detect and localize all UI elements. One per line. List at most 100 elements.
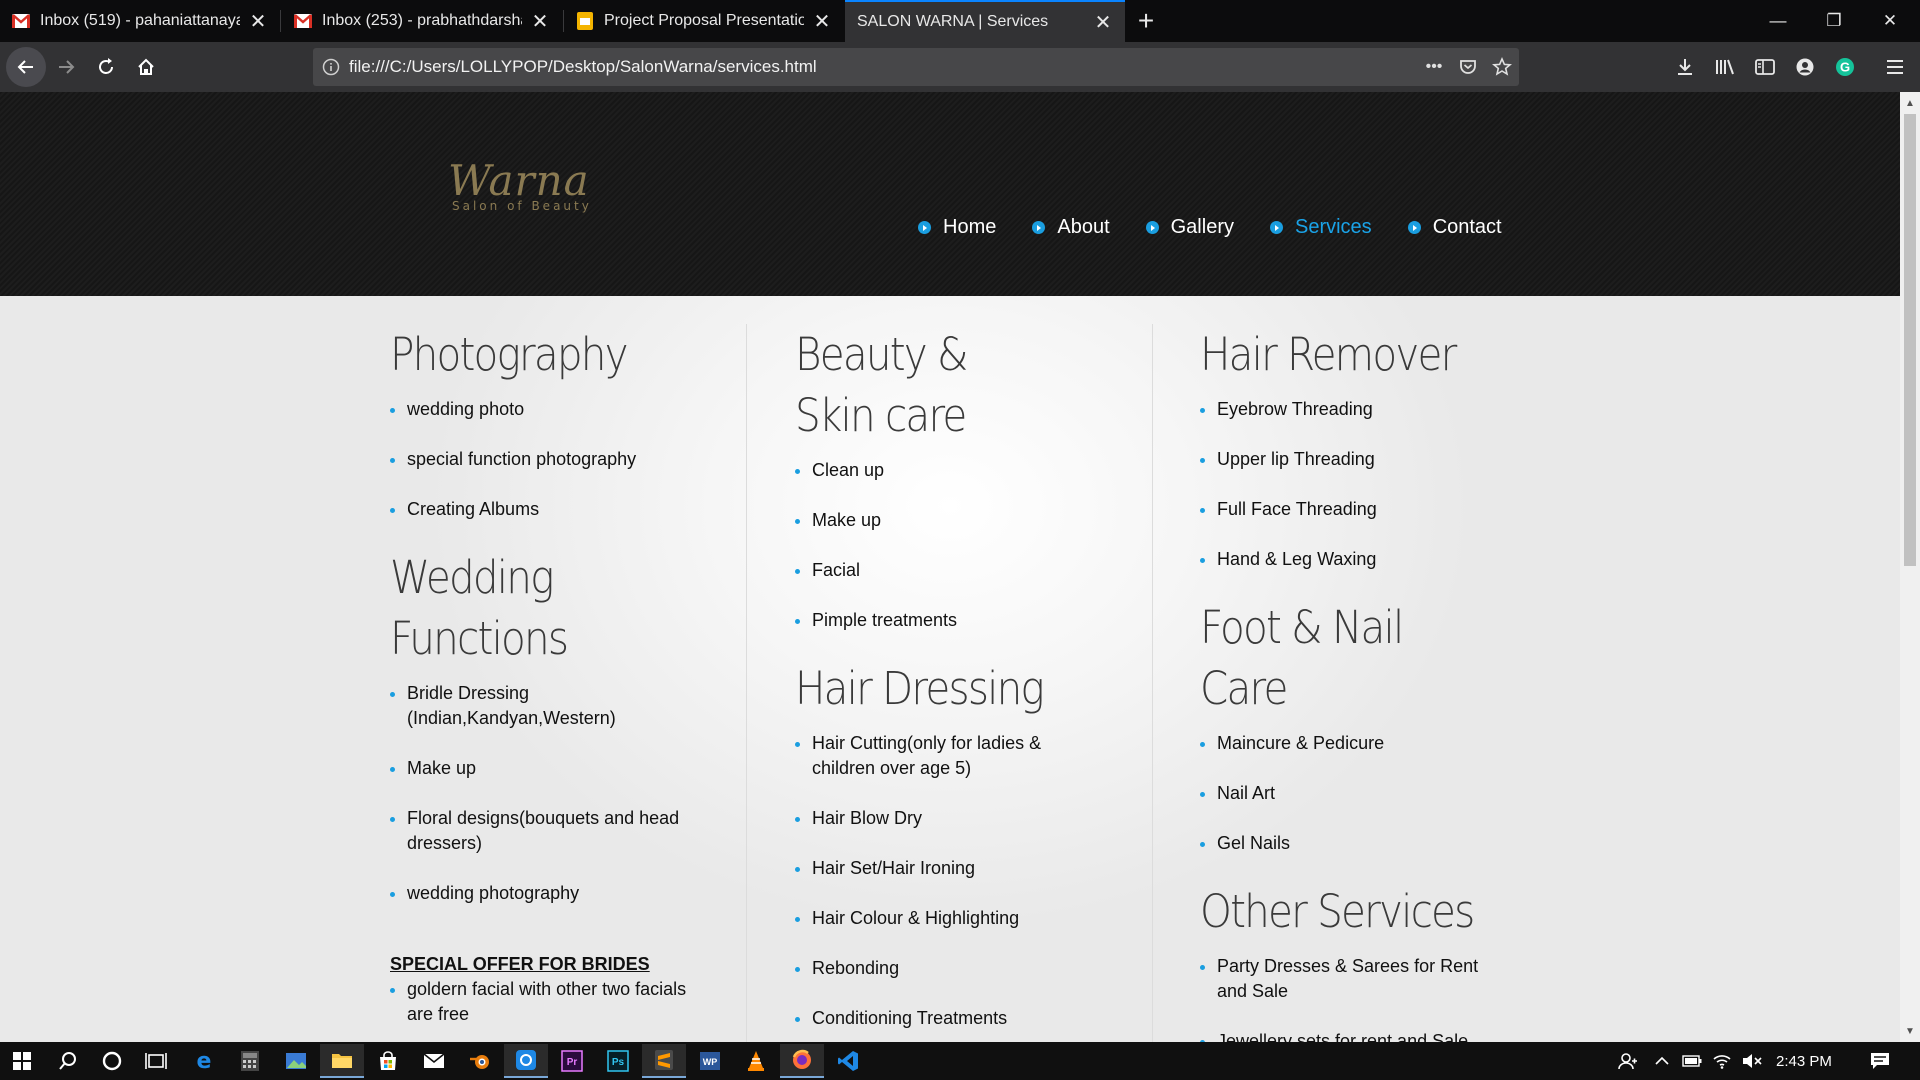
notifications-icon[interactable] <box>1858 1044 1902 1078</box>
list-item: Rebonding <box>795 956 1125 981</box>
list-item: special function photography <box>390 447 720 472</box>
salon-logo[interactable]: Warna Salon of Beauty <box>448 156 592 213</box>
special-offer-list: goldern facial with other two facials ar… <box>390 977 720 1027</box>
foot-nail-care-list: Maincure & Pedicure Nail Art Gel Nails <box>1200 731 1530 856</box>
info-icon[interactable] <box>313 58 349 76</box>
search-icon[interactable] <box>46 1044 90 1078</box>
sublime-icon[interactable] <box>642 1044 686 1078</box>
logo-wordmark: Warna <box>448 156 590 205</box>
chevron-up-icon[interactable] <box>1648 1044 1676 1078</box>
library-icon[interactable] <box>1710 53 1740 81</box>
volume-muted-icon[interactable] <box>1738 1044 1766 1078</box>
list-item: Make up <box>390 756 720 781</box>
address-bar[interactable]: file:///C:/Users/LOLLYPOP/Desktop/SalonW… <box>313 48 1519 86</box>
list-item: Maincure & Pedicure <box>1200 731 1530 756</box>
tab-gmail-2[interactable]: Inbox (253) - prabhathdarshana ✕ <box>282 0 562 42</box>
taskbar-clock[interactable]: 2:43 PM <box>1776 1042 1832 1080</box>
list-item: Party Dresses & Sarees for Rent and Sale <box>1200 954 1480 1004</box>
vscode-icon[interactable] <box>826 1044 870 1078</box>
bullet-arrow-icon <box>918 221 931 234</box>
tab-title: Project Proposal Presentation - <box>604 12 804 29</box>
tab-slides[interactable]: Project Proposal Presentation - ✕ <box>564 0 844 42</box>
edge-icon[interactable]: e <box>182 1044 226 1078</box>
svg-text:Ps: Ps <box>612 1057 625 1068</box>
list-item: Full Face Threading <box>1200 497 1530 522</box>
task-view-icon[interactable] <box>134 1044 178 1078</box>
account-icon[interactable] <box>1790 53 1820 81</box>
restore-button[interactable]: ❐ <box>1806 0 1862 42</box>
scroll-up-icon[interactable]: ▲ <box>1900 94 1920 112</box>
photoshop-icon[interactable]: Ps <box>596 1044 640 1078</box>
bullet-arrow-icon <box>1269 221 1283 234</box>
nav-home[interactable]: Home <box>918 216 996 239</box>
list-item: Hair Set/Hair Ironing <box>795 856 1125 881</box>
people-icon[interactable] <box>1606 1044 1650 1078</box>
services-column-3: Hair Remover Eyebrow Threading Upper lip… <box>1200 324 1530 1042</box>
file-explorer-icon[interactable] <box>320 1044 364 1078</box>
battery-icon[interactable] <box>1678 1044 1706 1078</box>
downloads-icon[interactable] <box>1670 53 1700 81</box>
scroll-down-icon[interactable]: ▼ <box>1900 1022 1920 1040</box>
svg-text:Pr: Pr <box>567 1057 578 1068</box>
section-heading-hair-dressing: Hair Dressing <box>795 662 1045 715</box>
minimize-button[interactable]: — <box>1750 0 1806 42</box>
tab-strip: Inbox (519) - pahaniattanayake ✕ Inbox (… <box>0 0 1920 42</box>
reload-button[interactable] <box>88 49 124 85</box>
list-item: Make up <box>795 508 1125 533</box>
scrollbar-thumb[interactable] <box>1904 114 1916 566</box>
home-icon <box>138 58 154 75</box>
services-column-2: Beauty & Skin care Clean up Make up Faci… <box>795 324 1125 1042</box>
nav-services[interactable]: Services <box>1269 216 1372 239</box>
list-item: Gel Nails <box>1200 831 1530 856</box>
new-tab-button[interactable]: + <box>1130 5 1162 37</box>
wedding-functions-list: Bridle Dressing (Indian,Kandyan,Western)… <box>390 681 720 906</box>
mail-icon[interactable] <box>412 1044 456 1078</box>
close-tab-icon[interactable]: ✕ <box>530 11 550 33</box>
wifi-icon[interactable] <box>1708 1044 1736 1078</box>
page-scrollbar[interactable]: ▲ ▼ <box>1900 92 1920 1042</box>
section-heading-photography: Photography <box>390 328 629 381</box>
nav-gallery[interactable]: Gallery <box>1145 216 1234 239</box>
tab-gmail-1[interactable]: Inbox (519) - pahaniattanayake ✕ <box>0 0 280 42</box>
app-icon[interactable] <box>504 1044 548 1078</box>
list-item: Eyebrow Threading <box>1200 397 1530 422</box>
nav-contact[interactable]: Contact <box>1407 216 1502 239</box>
tab-salon-warna[interactable]: SALON WARNA | Services ✕ <box>845 0 1125 42</box>
list-item: Jewellery sets for rent and Sale <box>1200 1029 1530 1042</box>
forward-button[interactable] <box>48 49 84 85</box>
start-icon[interactable] <box>0 1044 44 1078</box>
blender-icon[interactable] <box>458 1044 502 1078</box>
bullet-arrow-icon <box>1032 221 1046 234</box>
close-window-button[interactable]: ✕ <box>1862 0 1918 42</box>
reload-icon <box>99 58 113 74</box>
nav-label: Contact <box>1432 216 1502 238</box>
firefox-icon[interactable] <box>780 1044 824 1078</box>
menu-icon[interactable] <box>1880 53 1910 81</box>
close-tab-icon[interactable]: ✕ <box>248 11 268 33</box>
list-item: Facial <box>795 558 1125 583</box>
list-item: wedding photo <box>390 397 720 422</box>
cortana-icon[interactable] <box>90 1044 134 1078</box>
photos-icon[interactable] <box>274 1044 318 1078</box>
gmail-icon <box>12 12 30 30</box>
close-tab-icon[interactable]: ✕ <box>812 11 832 33</box>
svg-text:WP: WP <box>703 1057 718 1067</box>
calculator-icon[interactable] <box>228 1044 272 1078</box>
pocket-icon[interactable] <box>1451 58 1485 76</box>
sidebar-icon[interactable] <box>1750 53 1780 81</box>
bookmark-star-icon[interactable] <box>1485 57 1519 77</box>
store-icon[interactable] <box>366 1044 410 1078</box>
vlc-icon[interactable] <box>734 1044 778 1078</box>
grammarly-icon[interactable]: G <box>1830 53 1860 81</box>
page-viewport: Warna Salon of Beauty Home About Gallery… <box>0 92 1900 1042</box>
windows-taskbar: e Pr Ps WP 2:43 PM <box>0 1042 1920 1080</box>
list-item: Hand & Leg Waxing <box>1200 547 1530 572</box>
services-column-1: Photography wedding photo special functi… <box>390 324 720 1042</box>
word-icon[interactable]: WP <box>688 1044 732 1078</box>
nav-about[interactable]: About <box>1032 216 1110 239</box>
home-button[interactable] <box>128 49 164 85</box>
page-actions-icon[interactable]: ••• <box>1417 58 1451 76</box>
close-tab-icon[interactable]: ✕ <box>1093 12 1113 34</box>
back-button[interactable] <box>6 47 46 87</box>
premiere-icon[interactable]: Pr <box>550 1044 594 1078</box>
